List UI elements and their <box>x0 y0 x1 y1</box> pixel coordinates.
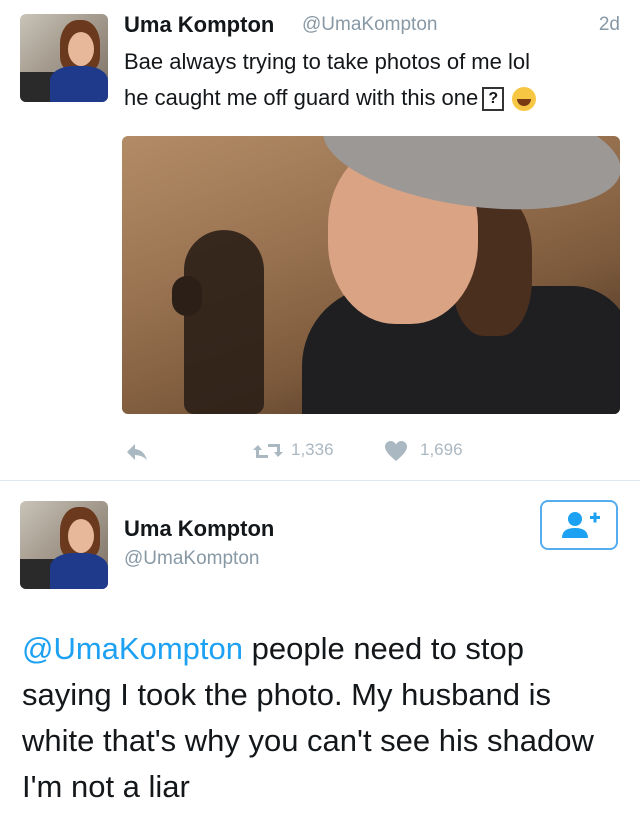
tweet-text-line: he caught me off guard with this one? <box>124 80 624 116</box>
tweet-text: @UmaKompton people need to stop saying I… <box>22 626 622 810</box>
retweet-icon[interactable] <box>252 441 284 461</box>
tweet-text: Bae always trying to take photos of me l… <box>124 44 624 116</box>
user-handle[interactable]: @UmaKompton <box>302 14 437 36</box>
mention-link[interactable]: @UmaKompton <box>22 631 243 666</box>
like-count: 1,696 <box>420 440 463 459</box>
retweet-count: 1,336 <box>291 440 334 459</box>
tweet-text-line: Bae always trying to take photos of me l… <box>124 49 530 74</box>
laughing-emoji-icon <box>512 87 537 112</box>
display-name[interactable]: Uma Kompton <box>124 516 274 542</box>
user-handle[interactable]: @UmaKompton <box>124 548 259 570</box>
follow-user-icon <box>562 512 600 538</box>
tweet-card: Uma Kompton @UmaKompton 2d Bae always tr… <box>0 0 640 480</box>
timestamp[interactable]: 2d <box>599 14 620 36</box>
heart-icon[interactable] <box>384 440 408 462</box>
unknown-glyph: ? <box>482 87 505 112</box>
avatar[interactable] <box>20 501 108 589</box>
reply-icon[interactable] <box>124 442 150 462</box>
divider <box>0 480 640 481</box>
avatar[interactable] <box>20 14 108 102</box>
shadow-figure <box>184 230 264 414</box>
tweet-header: Uma Kompton @UmaKompton 2d <box>124 12 620 40</box>
display-name[interactable]: Uma Kompton <box>124 12 274 38</box>
tweet-photo[interactable] <box>122 136 620 414</box>
follow-button[interactable] <box>540 500 618 550</box>
